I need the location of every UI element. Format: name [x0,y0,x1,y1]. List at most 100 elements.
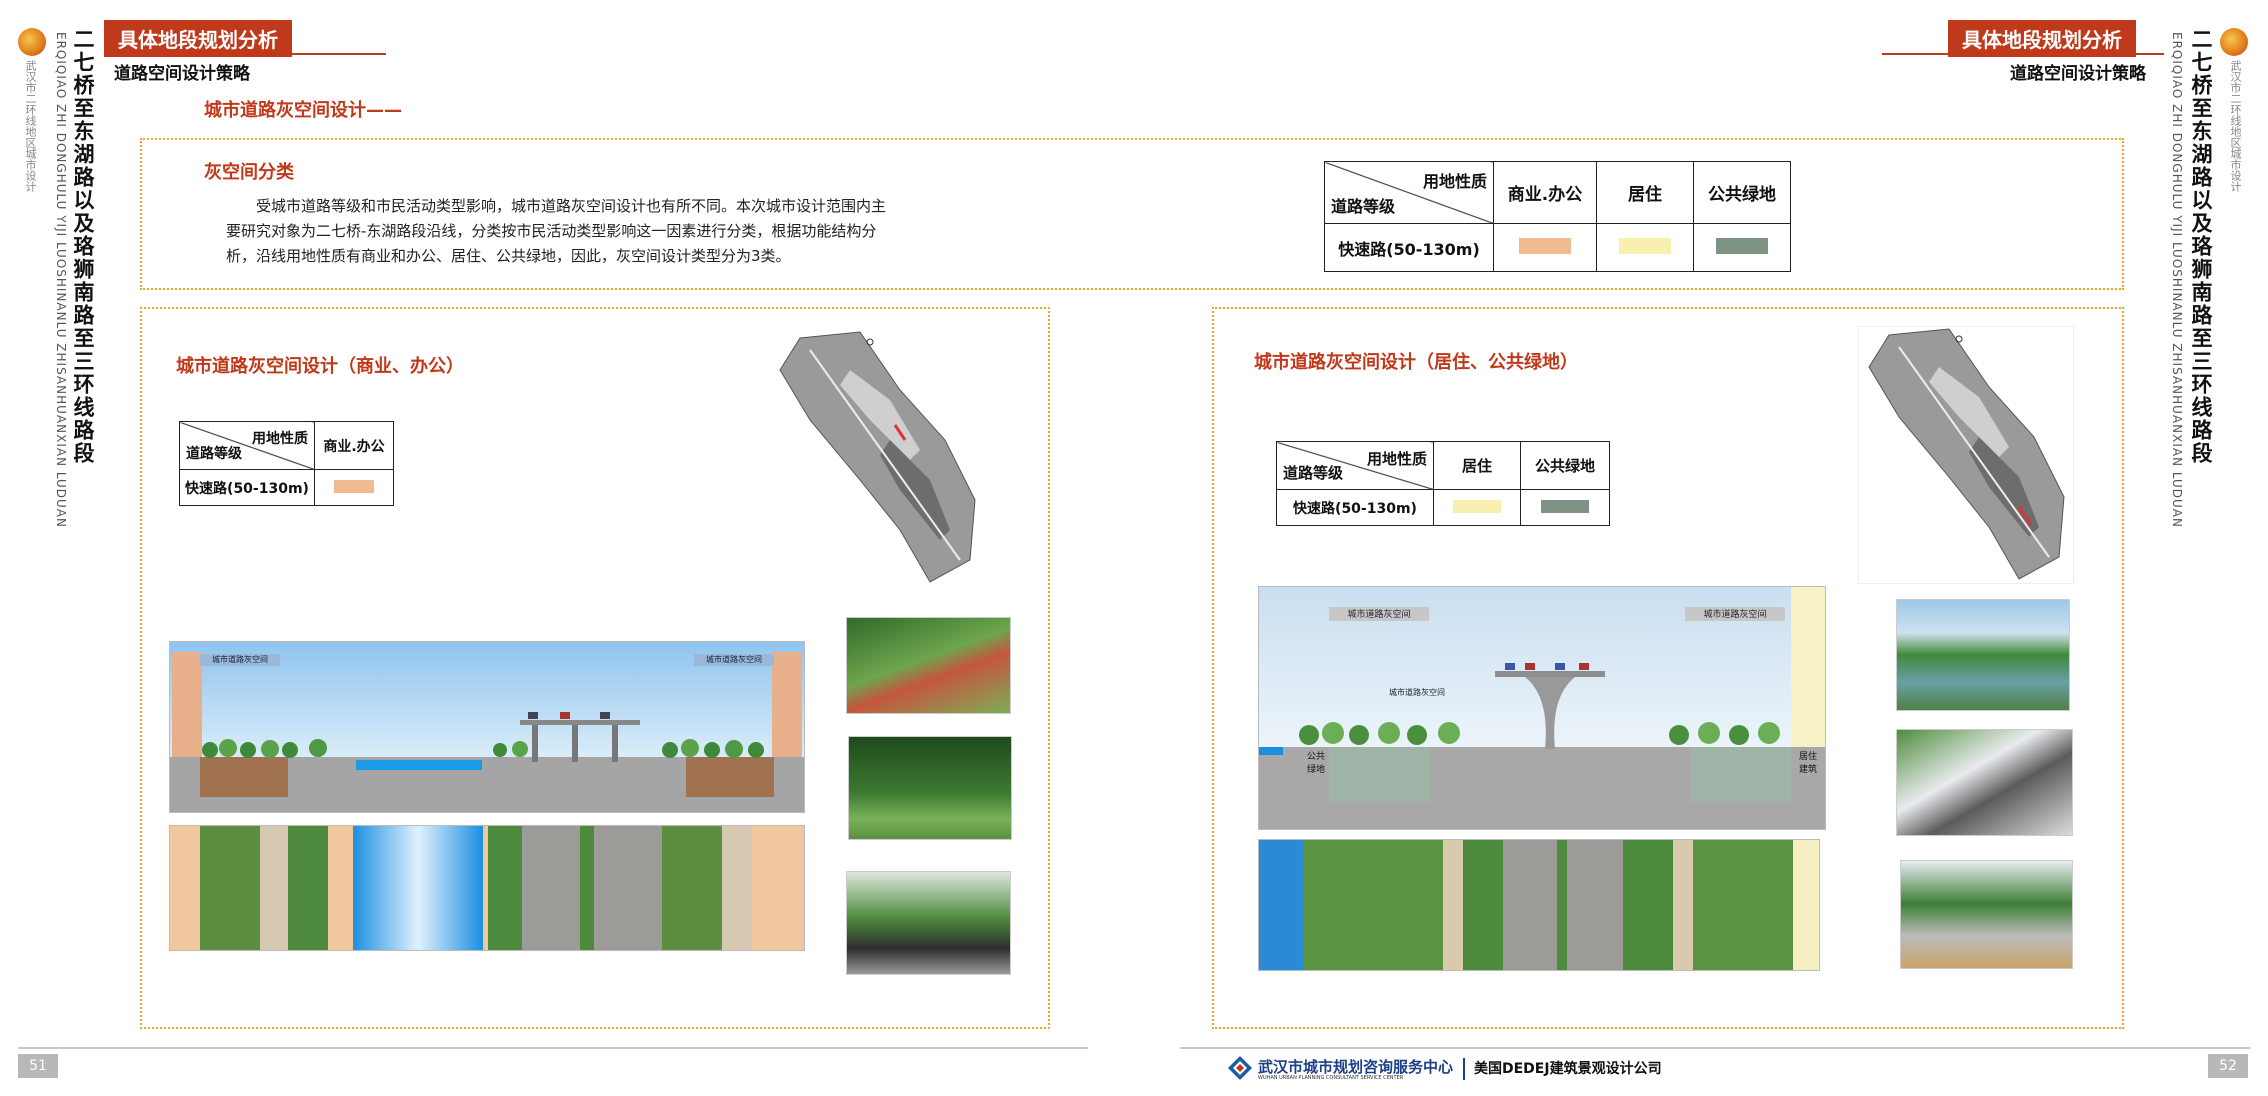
res-section-label-mid: 城市道路灰空间 [1389,688,1445,697]
commercial-col-commercial: 商业.办公 [314,421,394,470]
photo-tree-grove [848,736,1012,840]
plan-green-3 [488,826,522,950]
res-plan-river [1259,840,1303,970]
res-green-zone-right [1691,747,1791,802]
building-left [172,652,202,760]
res-water [1259,747,1283,755]
residential-header-land-use: 用地性质 [1366,450,1427,468]
commercial-row-expressway: 快速路(50-130m) [179,469,315,506]
res-plan-green-4 [1693,840,1793,970]
res-plan-median [1557,840,1567,970]
logo-right [2220,28,2248,56]
swatch-commercial [1493,223,1597,272]
right-header-badge: 具体地段规划分析 [1948,20,2136,57]
commercial-header-road-level: 道路等级 [186,446,242,462]
res-green-zone-left [1329,747,1429,802]
edge-label-left: 公共绿地 [1307,752,1326,775]
res-plan-walk-2 [1673,840,1693,970]
photo-paved-path [1896,729,2073,836]
right-subtitle: 道路空间设计策略 [2010,64,2146,84]
res-trees-row [1299,722,1780,745]
plan-green-2 [288,826,328,950]
commercial-legend-table: 用地性质 道路等级 商业.办公 快速路(50-130m) [179,421,394,506]
header-land-use: 用地性质 [1422,172,1487,191]
footer-org-english: WUHAN URBAN PLANNING CONSULTANT SERVICE … [1258,1075,1404,1081]
plan-median [580,826,594,950]
left-header-line [104,53,386,55]
classification-title: 灰空间分类 [204,162,294,183]
plan-river [353,826,483,950]
section-label-left: 城市道路灰空间 [200,654,280,666]
edge-label-right: 居住建筑 [1799,752,1818,775]
header-road-level: 道路等级 [1331,197,1396,216]
footer-line-left [18,1047,1088,1049]
plan-walk-1 [260,826,288,950]
residential-header-road-level: 道路等级 [1283,464,1344,482]
classification-paragraph: 受城市道路等级和市民活动类型影响，城市道路灰空间设计也有所不同。本次城市设计范围… [226,194,1026,269]
vertical-org-right: 武汉市二环线地区城市设计 [2229,60,2242,192]
vertical-pinyin-right: ERQIQIAO ZHI DONGHULU YIJI LUOSHINANLU Z… [2170,32,2184,528]
soil-right [686,757,774,797]
commercial-swatch [314,469,394,506]
residential-swatch-residential [1433,489,1521,526]
residential-table-corner: 用地性质 道路等级 [1276,441,1434,490]
left-header-badge: 具体地段规划分析 [104,20,292,57]
left-subtitle: 道路空间设计策略 [114,64,250,84]
paragraph-line-1: 受城市道路等级和市民活动类型影响，城市道路灰空间设计也有所不同。本次城市设计范围… [256,197,887,215]
site-location-map-right [1858,326,2074,584]
swatch-residential [1596,223,1694,272]
footer-partner: 美国DEDEJ建筑景观设计公司 [1474,1061,1662,1077]
swatch-green [1693,223,1791,272]
res-plan-green-2 [1463,840,1503,970]
residential-row-expressway: 快速路(50-130m) [1276,489,1434,526]
paragraph-line-3: 析，沿线用地性质有商业和办公、居住、公共绿地，因此，灰空间设计类型分为3类。 [226,247,791,265]
residential-swatch-green [1520,489,1610,526]
road-plan-commercial [169,825,805,951]
photo-plaza-bench [846,871,1011,975]
vertical-title-right: 二七桥至东湖路以及珞狮南路至三环线路段 [2189,28,2213,465]
photo-park-path [846,617,1011,714]
page-number-right: 52 [2208,1054,2248,1078]
residential-col-green: 公共绿地 [1520,441,1610,490]
commercial-table-corner: 用地性质 道路等级 [179,421,315,470]
res-plan-walk-1 [1443,840,1463,970]
plan-walk-2 [722,826,752,950]
logo-left [18,28,46,56]
section-label-right: 城市道路灰空间 [694,654,774,666]
land-use-legend-table: 用地性质 道路等级 商业.办公 居住 公共绿地 快速路(50-130m) [1324,161,1791,272]
res-plan-green-3 [1623,840,1673,970]
trees-row [202,739,764,758]
paragraph-line-2: 要研究对象为二七桥-东湖路段沿线，分类按市民活动类型影响这一因素进行分类，根据功… [226,222,877,240]
footer-line-right [1180,1047,2250,1049]
residential-panel-title: 城市道路灰空间设计（居住、公共绿地） [1254,352,1578,373]
vertical-org-left: 武汉市二环线地区城市设计 [24,60,37,192]
page-number-left: 51 [18,1054,58,1078]
res-plan-green-1 [1303,840,1443,970]
commercial-panel-title: 城市道路灰空间设计（商业、办公） [176,356,464,377]
table-corner-header: 用地性质 道路等级 [1324,161,1494,224]
photo-waterfront [1896,599,2070,711]
right-header-line [1882,53,2164,55]
road-cross-section-residential: 城市道路灰空间 城市道路灰空间 城市道路灰空间 公共绿地 居住建筑 [1258,586,1826,830]
commercial-header-land-use: 用地性质 [252,431,308,447]
residential-col-residential: 居住 [1433,441,1521,490]
res-section-label-right: 城市道路灰空间 [1685,607,1785,621]
res-section-label-left: 城市道路灰空间 [1329,607,1429,621]
row-expressway: 快速路(50-130m) [1324,223,1494,272]
plan-green-4 [662,826,722,950]
footer-org-name: 武汉市城市规划咨询服务中心 [1258,1058,1454,1076]
residential-legend-table: 用地性质 道路等级 居住 公共绿地 快速路(50-130m) [1276,441,1610,526]
site-location-map-left [770,330,982,586]
photo-park-benches [1900,860,2073,969]
footer-divider [1463,1058,1465,1080]
footer-org-logo [1226,1054,1254,1082]
section-title: 城市道路灰空间设计—— [204,100,402,121]
col-residential: 居住 [1596,161,1694,224]
vertical-title-left: 二七桥至东湖路以及珞狮南路至三环线路段 [71,28,95,465]
road-cross-section-commercial: 城市道路灰空间 城市道路灰空间 [169,641,805,813]
col-commercial: 商业.办公 [1493,161,1597,224]
vertical-pinyin-left: ERQIQIAO ZHI DONGHULU YIJI LUOSHINANLU Z… [54,32,68,528]
soil-left [200,757,288,797]
col-green: 公共绿地 [1693,161,1791,224]
road-plan-residential [1258,839,1820,971]
